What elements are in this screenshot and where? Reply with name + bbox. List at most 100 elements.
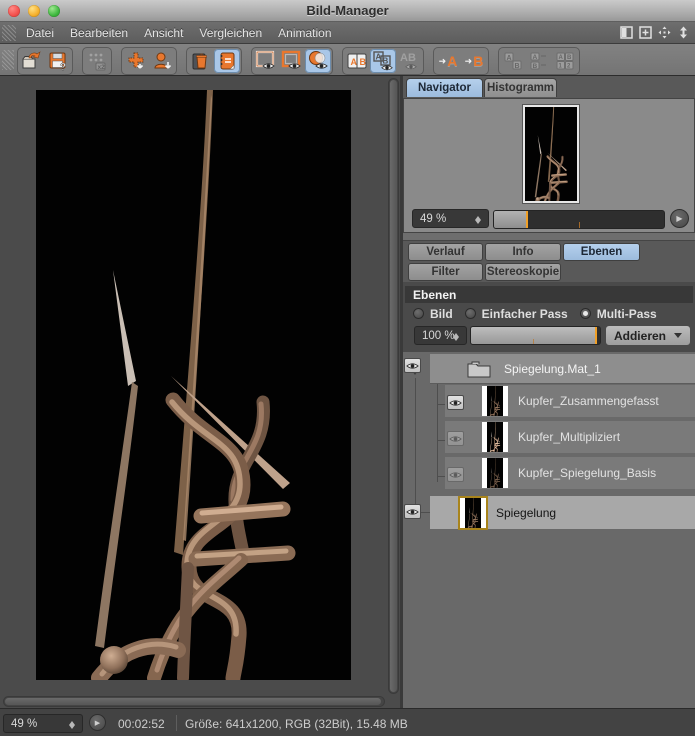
opacity-stepper-icon[interactable]: [453, 330, 462, 342]
save-image-button[interactable]: ?: [45, 49, 71, 73]
layer-row-pass[interactable]: Kupfer_Spiegelung_Basis: [445, 457, 695, 491]
zoom-stepper-icon[interactable]: [475, 213, 484, 225]
compare-swap-button[interactable]: AB: [500, 49, 526, 73]
compare-ab-disabled-button[interactable]: AB: [396, 49, 422, 73]
horizontal-scrollbar-thumb[interactable]: [5, 698, 381, 705]
blend-mode-dropdown[interactable]: Addieren: [605, 325, 691, 346]
render-time: 00:02:52: [118, 717, 165, 731]
radio-bild[interactable]: [413, 308, 424, 319]
svg-text:B: B: [360, 57, 367, 67]
navigator-zoom-slider[interactable]: [493, 210, 665, 229]
layer-visibility-toggle[interactable]: [447, 467, 464, 482]
notebook-icon: [217, 51, 237, 71]
render-sequence-button[interactable]: x2: [84, 49, 110, 73]
tab-filter[interactable]: Filter: [408, 263, 483, 281]
menu-animation[interactable]: Animation: [278, 26, 331, 40]
layer-visibility-toggle[interactable]: [447, 431, 464, 446]
tab-info[interactable]: Info: [485, 243, 561, 261]
menu-vergleichen[interactable]: Vergleichen: [199, 26, 262, 40]
toolbar-drag-grip[interactable]: [2, 50, 14, 70]
person-down-icon: [152, 51, 172, 71]
menu-drag-grip[interactable]: [2, 25, 16, 41]
navigator-zoom-row: 49 % ▶: [403, 206, 695, 233]
layer-visibility-toggle[interactable]: [404, 358, 421, 373]
set-b-image-button[interactable]: ➜ B: [461, 49, 487, 73]
vertical-scrollbar-thumb[interactable]: [390, 80, 397, 692]
compare-ab-eye-button[interactable]: AB: [370, 49, 396, 73]
eye-icon: [449, 399, 462, 407]
layer-tree: Spiegelung.Mat_1 Kupfer_Zusammengefasst …: [403, 352, 695, 708]
radio-einfacher-pass-label[interactable]: Einfacher Pass: [482, 307, 568, 321]
compare-grid-button[interactable]: AB12: [552, 49, 578, 73]
ebenen-header: Ebenen: [405, 286, 693, 303]
split-view-icon[interactable]: [619, 25, 634, 40]
navigator-thumbnail[interactable]: [523, 105, 579, 203]
radio-multi-pass[interactable]: [580, 308, 591, 319]
menu-ansicht[interactable]: Ansicht: [144, 26, 183, 40]
tab-histogramm[interactable]: Histogramm: [484, 78, 557, 97]
horizontal-scrollbar[interactable]: [3, 696, 385, 707]
vertical-scrollbar[interactable]: [388, 78, 399, 694]
title-bar: Bild-Manager: [0, 0, 695, 22]
navigator-zoom-value[interactable]: 49 %: [412, 209, 489, 228]
layer-row-selected[interactable]: Spiegelung: [430, 496, 695, 529]
eye-icon: [449, 435, 462, 443]
menu-bearbeiten[interactable]: Bearbeiten: [70, 26, 128, 40]
rendered-image[interactable]: [36, 90, 351, 680]
opacity-slider-marker[interactable]: [595, 327, 597, 344]
picture-viewer-window: Bild-Manager Datei Bearbeiten Ansicht Ve…: [0, 0, 695, 736]
show-image-orange-frame-button[interactable]: [279, 49, 305, 73]
layer-row-pass[interactable]: Kupfer_Multipliziert: [445, 421, 695, 455]
show-alpha-button[interactable]: [305, 49, 331, 73]
window-title: Bild-Manager: [0, 3, 695, 18]
layer-visibility-toggle[interactable]: [447, 395, 464, 410]
layer-visibility-toggle[interactable]: [404, 504, 421, 519]
user-image-down-button[interactable]: [149, 49, 175, 73]
move-window-icon[interactable]: [657, 25, 672, 40]
tab-stereoskopie[interactable]: Stereoskopie: [485, 263, 561, 281]
zoom-slider-marker[interactable]: [526, 211, 528, 228]
folder-icon: [466, 359, 492, 379]
navigator-play-button[interactable]: ▶: [670, 209, 689, 228]
svg-text:B: B: [515, 63, 520, 70]
svg-text:A: A: [507, 55, 512, 62]
svg-text:A: A: [351, 57, 358, 67]
radio-bild-label[interactable]: Bild: [430, 307, 453, 321]
eye-icon: [406, 362, 419, 370]
menu-bar: Datei Bearbeiten Ansicht Vergleichen Ani…: [0, 22, 695, 44]
tab-ebenen[interactable]: Ebenen: [563, 243, 640, 261]
show-image-white-frame-button[interactable]: [253, 49, 279, 73]
add-view-icon[interactable]: [638, 25, 653, 40]
open-image-button[interactable]: [19, 49, 45, 73]
right-panel: Navigator Histogramm 49 % ▶ Verlauf Info…: [403, 76, 695, 708]
menu-datei[interactable]: Datei: [26, 26, 54, 40]
layer-opacity-value[interactable]: 100 %: [414, 326, 467, 345]
layer-thumbnail-selected: [460, 498, 486, 528]
compare-ab-split-button[interactable]: AB: [344, 49, 370, 73]
radio-einfacher-pass[interactable]: [465, 308, 476, 319]
navigator-body: [403, 98, 695, 206]
compare-side-button[interactable]: AB: [526, 49, 552, 73]
statusbar-zoom-value[interactable]: 49 %: [3, 714, 83, 733]
arrow-right-icon: ➜: [465, 56, 473, 67]
layer-thumbnail: [482, 386, 508, 416]
layer-name: Kupfer_Multipliziert: [518, 430, 620, 444]
statusbar-play-button[interactable]: ▶: [89, 714, 106, 731]
set-a-image-button[interactable]: ➜ A: [435, 49, 461, 73]
tab-verlauf[interactable]: Verlauf: [408, 243, 483, 261]
history-notebook-button[interactable]: [214, 49, 240, 73]
delete-image-button[interactable]: [188, 49, 214, 73]
toolbar: ? x2: [0, 44, 695, 76]
letter-a: A: [447, 53, 457, 69]
layer-opacity-slider[interactable]: [470, 326, 601, 345]
resize-window-icon[interactable]: [676, 25, 691, 40]
radio-multi-pass-label[interactable]: Multi-Pass: [597, 307, 657, 321]
layer-row-pass[interactable]: Kupfer_Zusammengefasst: [445, 385, 695, 419]
ebenen-panel: Ebenen Bild Einfacher Pass Multi-Pass 10…: [403, 282, 695, 708]
pass-mode-row: Bild Einfacher Pass Multi-Pass: [405, 304, 693, 323]
tab-navigator[interactable]: Navigator: [406, 78, 483, 97]
layer-row-folder[interactable]: Spiegelung.Mat_1: [430, 354, 695, 384]
eye-icon: [406, 508, 419, 516]
move-image-down-button[interactable]: [123, 49, 149, 73]
statusbar-zoom-stepper-icon[interactable]: [69, 718, 78, 730]
